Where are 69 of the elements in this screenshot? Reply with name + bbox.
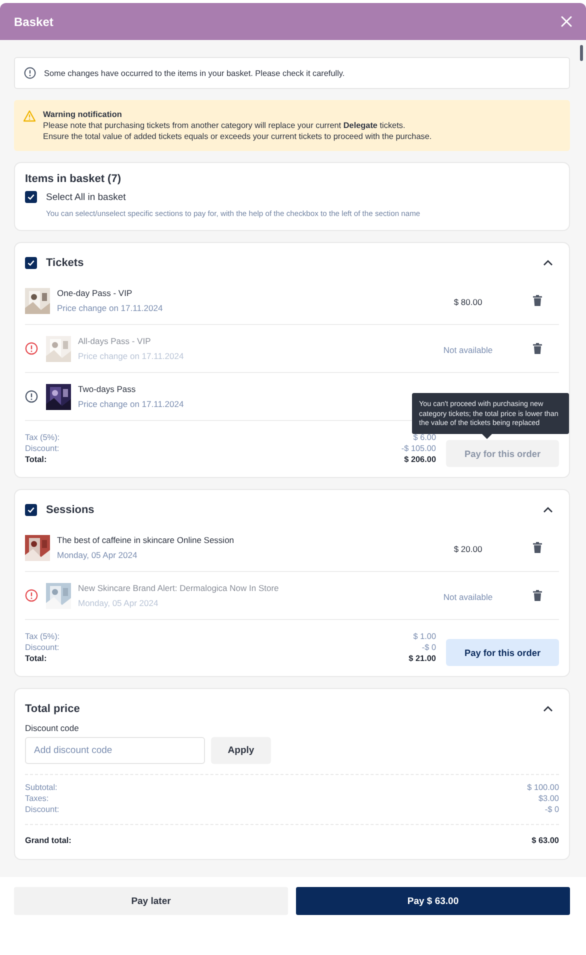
item-date: Monday, 05 Apr 2024 — [57, 550, 138, 560]
item-name: New Skincare Brand Alert: Dermalogica Now In Store — [78, 583, 280, 593]
summary-label: Subtotal: — [25, 783, 58, 792]
summary-label: Tax (5%): — [25, 632, 60, 641]
summary-value: -$ 0 — [422, 643, 436, 652]
summary-value: $3.00 — [538, 794, 559, 803]
field-label: Discount code — [25, 723, 80, 733]
item-name: The best of caffeine in skincare Online Session — [57, 535, 236, 545]
section-title: Total price — [25, 703, 81, 715]
apply-button[interactable]: Apply — [211, 737, 271, 764]
pay-button[interactable]: Pay $ 63.00 — [296, 887, 570, 915]
section-title: Tickets — [46, 257, 85, 269]
pay-order-button[interactable]: Pay for this order — [446, 639, 559, 666]
section-title: Sessions — [46, 504, 96, 516]
trash-icon[interactable] — [532, 542, 542, 553]
checkbox[interactable] — [25, 191, 37, 203]
item-date: Price change on 17.11.2024 — [78, 399, 185, 409]
tooltip-pointer-icon — [482, 434, 492, 439]
checkbox-label: Select All in basket — [46, 192, 126, 202]
summary-label: Total: — [25, 654, 47, 663]
grand-total-value: $ 63.00 — [532, 836, 559, 845]
summary-value: -$ 105.00 — [401, 444, 436, 453]
checkbox[interactable] — [25, 504, 37, 516]
checkbox[interactable] — [25, 257, 37, 269]
summary-value: $ 206.00 — [404, 455, 436, 464]
warning-icon — [23, 110, 36, 122]
summary-value: $ 100.00 — [527, 783, 559, 792]
item-price: Not available — [443, 344, 493, 354]
item-name: Two-days Pass — [78, 384, 137, 394]
summary-label: Taxes: — [25, 794, 49, 803]
item-date: Price change on 17.11.2024 — [78, 351, 185, 361]
error-icon — [25, 342, 38, 355]
item-price: $ 80.00 — [454, 296, 482, 306]
item-name: One-day Pass - VIP — [57, 288, 134, 298]
trash-icon[interactable] — [532, 343, 542, 354]
warning-title: Warning notification — [43, 110, 123, 119]
summary-value: $ 1.00 — [413, 632, 436, 641]
item-price: Not available — [443, 592, 493, 602]
card-title: Items in basket (7) — [25, 173, 122, 185]
notice-text: Some changes have occurred to the items in your basket. Please check it carefully. — [44, 68, 345, 78]
summary-value: -$ 0 — [544, 805, 559, 814]
trash-icon[interactable] — [532, 295, 542, 306]
close-button[interactable] — [561, 16, 572, 27]
item-date: Price change on 17.11.2024 — [57, 303, 164, 313]
summary-value: $ 6.00 — [413, 433, 436, 442]
chevron-up-icon[interactable] — [543, 260, 553, 266]
trash-icon[interactable] — [532, 590, 542, 601]
scrollbar[interactable] — [580, 45, 583, 61]
summary-label: Discount: — [25, 444, 60, 453]
chevron-up-icon[interactable] — [543, 706, 553, 712]
summary-value: $ 21.00 — [408, 654, 436, 663]
error-icon — [25, 589, 38, 602]
grand-total-label: Grand total: — [25, 836, 72, 845]
item-name: All-days Pass - VIP — [78, 336, 152, 346]
item-date: Monday, 05 Apr 2024 — [78, 598, 160, 608]
summary-label: Discount: — [25, 643, 60, 652]
warning-text: Ensure the total value of added tickets equals or exceeds your current tickets to proceed with the purchase. — [43, 132, 432, 141]
close-icon — [561, 16, 572, 27]
summary-label: Total: — [25, 455, 47, 464]
discount-code-field[interactable]: Add discount code — [25, 737, 205, 764]
window-title: Basket — [14, 14, 54, 28]
chevron-up-icon[interactable] — [543, 507, 553, 513]
item-price: $ 20.00 — [454, 544, 482, 554]
info-icon — [24, 67, 36, 79]
warning-text: Please note that purchasing tickets from another category will replace your current Delegate tickets. — [43, 121, 406, 130]
pay-later-button[interactable]: Pay later — [14, 887, 288, 915]
summary-label: Tax (5%): — [25, 433, 60, 442]
summary-label: Discount: — [25, 805, 60, 814]
info-icon — [25, 390, 38, 403]
